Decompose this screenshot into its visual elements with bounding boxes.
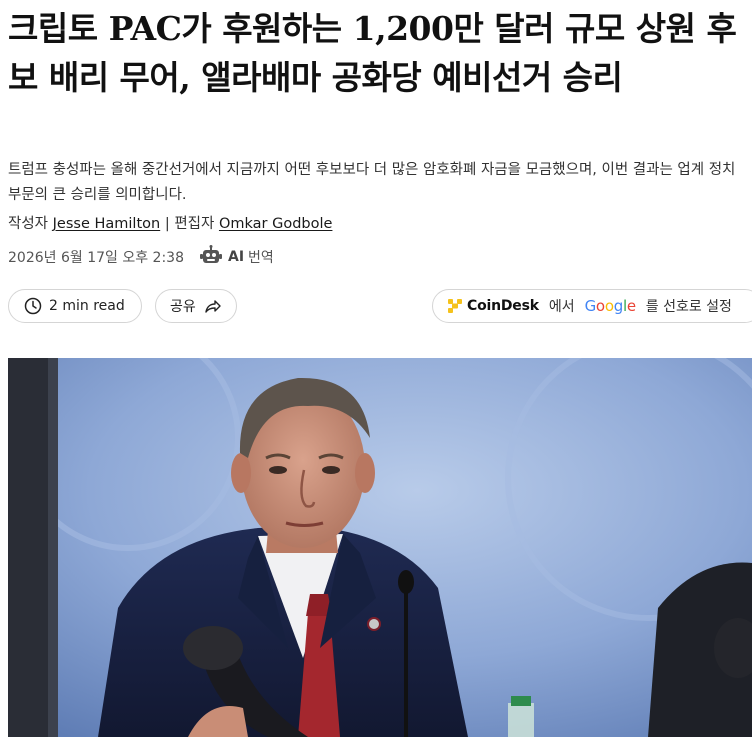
coindesk-logo-icon [448,299,462,313]
pref-middle-text: 에서 [548,299,575,315]
google-preferred-source-button[interactable]: CoinDesk 에서 Google 를 선호로 설정 [432,289,752,323]
article-page: 크립토 PAC가 후원하는 1,200만 달러 규모 상원 후보 배리 무어, … [0,0,752,737]
ai-translate-toggle[interactable]: AI 번역 [200,245,274,269]
clock-icon [24,297,42,315]
article-subtitle: 트럼프 충성파는 올해 중간선거에서 지금까지 어떤 후보보다 더 많은 암호화… [8,162,736,203]
author-link[interactable]: Jesse Hamilton [53,216,161,232]
coindesk-name: CoinDesk [467,298,539,314]
share-button[interactable]: 공유 [155,289,237,323]
translate-label: 번역 [248,250,274,266]
publish-date: 2026년 6월 17일 오후 2:38 [8,250,184,266]
google-logo: Google [584,297,636,315]
coindesk-logo: CoinDesk [447,298,539,314]
share-arrow-icon [204,298,222,314]
editor-link[interactable]: Omkar Godbole [219,216,332,232]
pref-suffix-text: 를 선호로 설정 [645,299,732,315]
byline: 작성자 Jesse Hamilton | 편집자 Omkar Godbole [8,212,332,233]
read-time-pill: 2 min read [8,289,142,323]
read-time-label: 2 min read [49,298,125,314]
editor-prefix: 편집자 [174,216,215,232]
hero-image [8,358,752,737]
article-headline: 크립토 PAC가 후원하는 1,200만 달러 규모 상원 후보 배리 무어, … [8,9,737,97]
byline-separator: | [164,216,170,232]
share-label: 공유 [170,299,196,315]
ai-label: AI [228,249,245,265]
meta-row: 2026년 6월 17일 오후 2:38 AI 번역 [8,245,274,269]
robot-icon [200,245,222,269]
author-prefix: 작성자 [8,216,49,232]
